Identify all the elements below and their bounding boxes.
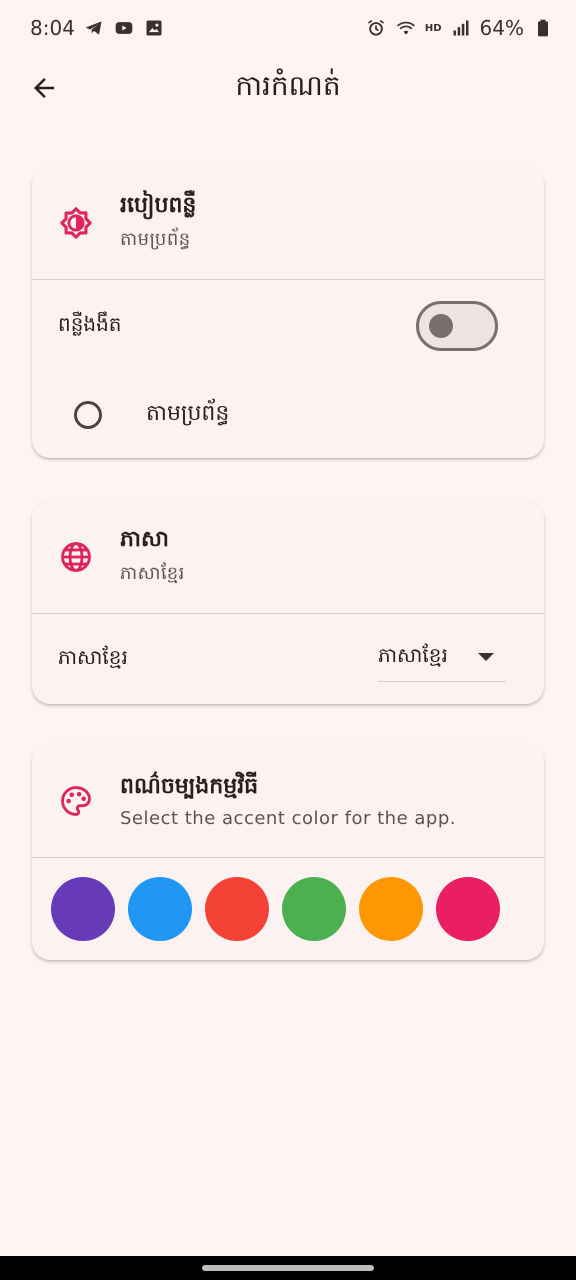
color-swatch-orange[interactable]: [359, 877, 423, 941]
color-swatch-pink[interactable]: [436, 877, 500, 941]
accent-header-texts: ពណ៌ចម្បងកម្មវិធី Select the accent color…: [120, 772, 456, 829]
dropdown-arrow-icon: [478, 652, 494, 661]
telegram-icon: [83, 17, 105, 39]
alarm-icon: [365, 17, 387, 39]
youtube-icon: [113, 17, 135, 39]
dark-mode-toggle[interactable]: [416, 301, 498, 351]
hd-indicator: HD: [424, 22, 442, 34]
battery-percent: 64%: [479, 16, 524, 40]
toggle-thumb: [429, 314, 453, 338]
system-option-radio[interactable]: [74, 401, 102, 429]
language-title: ភាសា: [120, 527, 169, 552]
accent-color-swatches: [32, 858, 544, 960]
theme-subtitle: តាមប្រព័ន្ធ: [120, 229, 191, 250]
back-button[interactable]: [20, 66, 68, 110]
accent-color-card: ពណ៌ចម្បងកម្មវិធី Select the accent color…: [32, 744, 544, 960]
dark-mode-label: ពន្លឺងងឹត: [58, 312, 122, 336]
dark-mode-row: ពន្លឺងងឹត: [32, 280, 544, 372]
palette-icon: [58, 783, 94, 819]
color-swatch-purple[interactable]: [51, 877, 115, 941]
gallery-icon: [143, 17, 165, 39]
system-option-label: តាមប្រព័ន្ធ: [146, 401, 230, 426]
arrow-back-icon: [34, 78, 54, 98]
language-dropdown-value: ភាសាខ្មែរ: [378, 642, 448, 667]
status-left: 8:04: [30, 16, 165, 40]
status-right: HD 64%: [365, 16, 554, 40]
language-row: ភាសាខ្មែរ ភាសាខ្មែរ: [32, 614, 544, 704]
home-gesture-handle[interactable]: [202, 1265, 374, 1271]
theme-card-header[interactable]: របៀបពន្លឺ តាមប្រព័ន្ធ: [32, 166, 544, 280]
language-card: ភាសា ភាសាខ្មែរ ភាសាខ្មែរ ភាសាខ្មែរ: [32, 500, 544, 704]
language-card-header[interactable]: ភាសា ភាសាខ្មែរ: [32, 500, 544, 614]
color-swatch-green[interactable]: [282, 877, 346, 941]
battery-icon: [532, 17, 554, 39]
system-option-row[interactable]: តាមប្រព័ន្ធ: [32, 372, 544, 458]
brightness-icon: [58, 205, 94, 241]
wifi-icon: [395, 17, 417, 39]
status-bar: 8:04 HD 64%: [0, 0, 576, 56]
status-time: 8:04: [30, 16, 75, 40]
language-row-label: ភាសាខ្មែរ: [58, 645, 128, 669]
app-bar: ការកំណត់: [0, 56, 576, 120]
language-subtitle: ភាសាខ្មែរ: [120, 563, 185, 584]
signal-icon: [450, 17, 472, 39]
theme-title: របៀបពន្លឺ: [120, 193, 197, 218]
language-header-texts: ភាសា ភាសាខ្មែរ: [120, 525, 185, 588]
language-dropdown[interactable]: ភាសាខ្មែរ: [378, 636, 506, 682]
theme-header-texts: របៀបពន្លឺ តាមប្រព័ន្ធ: [120, 191, 196, 254]
navigation-bar: [0, 1256, 576, 1280]
accent-color-header: ពណ៌ចម្បងកម្មវិធី Select the accent color…: [32, 744, 544, 858]
color-swatch-blue[interactable]: [128, 877, 192, 941]
accent-title: ពណ៌ចម្បងកម្មវិធី: [120, 774, 259, 799]
page-title: ការកំណត់: [235, 68, 341, 102]
accent-subtitle: Select the accent color for the app.: [120, 808, 456, 829]
settings-screen: 8:04 HD 64% ការកំណត់ របៀបពន្លឺ តាមប្រព័ន…: [0, 0, 576, 1280]
globe-icon: [58, 539, 94, 575]
color-swatch-red[interactable]: [205, 877, 269, 941]
theme-card: របៀបពន្លឺ តាមប្រព័ន្ធ ពន្លឺងងឹត តាមប្រព័…: [32, 166, 544, 458]
